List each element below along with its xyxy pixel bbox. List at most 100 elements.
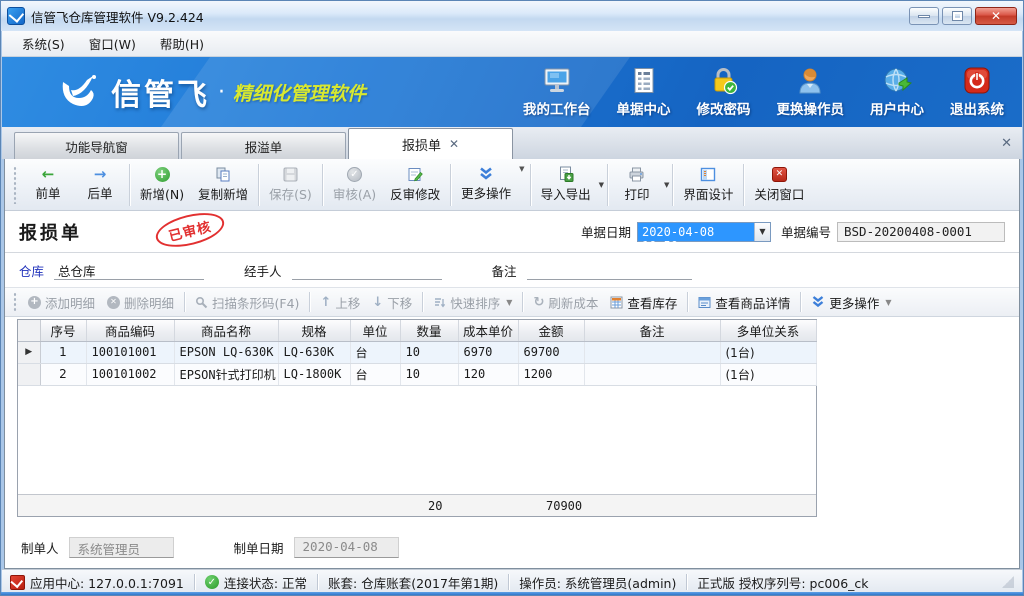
cell-multi-unit[interactable]: (1台): [720, 341, 816, 363]
menu-system[interactable]: 系统(S): [12, 31, 75, 56]
resize-grip-icon[interactable]: [1002, 576, 1014, 588]
cell-seq[interactable]: 2: [40, 363, 86, 385]
cell-product-name[interactable]: EPSON LQ-630K: [174, 341, 278, 363]
cell-unit[interactable]: 台: [350, 341, 400, 363]
main-toolbar: ← 前单 → 后单 + 新增(N) 复制新增: [5, 159, 1019, 211]
table-row[interactable]: 2 100101002 EPSON针式打印机 LQ-1800K 台 10 120…: [18, 363, 816, 385]
close-window-icon: ✕: [772, 167, 787, 182]
arrow-up-icon: ↑: [320, 295, 331, 310]
view-product-detail-button[interactable]: 查看商品详情: [692, 290, 796, 315]
cell-product-name[interactable]: EPSON针式打印机: [174, 363, 278, 385]
my-workstation-button[interactable]: 我的工作台: [523, 67, 591, 118]
maximize-icon: [953, 12, 962, 20]
cell-product-code[interactable]: 100101002: [86, 363, 174, 385]
cell-product-code[interactable]: 100101001: [86, 341, 174, 363]
copy-new-button[interactable]: 复制新增: [191, 162, 255, 208]
product-detail-icon: [698, 296, 711, 309]
col-qty[interactable]: 数量: [400, 320, 458, 341]
col-unit[interactable]: 单位: [350, 320, 400, 341]
menu-help[interactable]: 帮助(H): [150, 31, 214, 56]
cell-spec[interactable]: LQ-630K: [278, 341, 350, 363]
cell-amount[interactable]: 1200: [518, 363, 584, 385]
scan-barcode-button[interactable]: 扫描条形码(F4): [189, 290, 305, 315]
delete-detail-button[interactable]: ✕ 删除明细: [101, 290, 180, 315]
sort-icon: [433, 296, 446, 309]
toolbar-overflow-icon[interactable]: ▼: [519, 165, 524, 173]
tab-overflow-doc[interactable]: 报溢单: [181, 132, 346, 159]
move-down-button[interactable]: ↓ 下移: [366, 290, 418, 315]
audit-button[interactable]: ✓ 审核(A): [326, 162, 383, 208]
import-export-dropdown-icon[interactable]: ▼: [599, 181, 604, 189]
print-dropdown-icon[interactable]: ▼: [664, 181, 669, 189]
menu-window[interactable]: 窗口(W): [79, 31, 146, 56]
cell-amount[interactable]: 69700: [518, 341, 584, 363]
cell-seq[interactable]: 1: [40, 341, 86, 363]
ui-design-button[interactable]: 界面设计: [676, 162, 740, 208]
cell-remark[interactable]: [584, 341, 720, 363]
tab-close-icon[interactable]: ✕: [449, 137, 459, 151]
cell-spec[interactable]: LQ-1800K: [278, 363, 350, 385]
doc-date-field[interactable]: 2020-04-08 10:50 ▼: [637, 222, 771, 242]
col-amount[interactable]: 金额: [518, 320, 584, 341]
user-center-button[interactable]: 用户中心: [870, 67, 924, 118]
cell-unit[interactable]: 台: [350, 363, 400, 385]
document-title: 报损单: [19, 219, 82, 245]
switch-operator-button[interactable]: 更换操作员: [777, 67, 845, 118]
cell-qty[interactable]: 10: [400, 363, 458, 385]
print-button[interactable]: 打印: [611, 162, 663, 208]
prev-doc-button[interactable]: ← 前单: [22, 162, 74, 208]
save-button[interactable]: 保存(S): [262, 162, 319, 208]
tab-function-nav[interactable]: 功能导航窗: [14, 132, 179, 159]
close-all-tabs-icon[interactable]: ✕: [1001, 136, 1012, 151]
brand-separator: ·: [218, 80, 225, 105]
col-spec[interactable]: 规格: [278, 320, 350, 341]
doc-date-value[interactable]: 2020-04-08 10:50: [638, 223, 754, 241]
remark-field[interactable]: [527, 261, 692, 280]
doc-no-value[interactable]: BSD-20200408-0001: [837, 222, 1005, 242]
warehouse-field[interactable]: 总仓库: [54, 261, 204, 280]
handler-label: 经手人: [244, 261, 282, 280]
view-stock-button[interactable]: 查看库存: [604, 290, 683, 315]
handler-field[interactable]: [292, 261, 442, 280]
maximize-button[interactable]: [942, 7, 972, 25]
exit-system-button[interactable]: 退出系统: [950, 67, 1004, 118]
col-multi-unit[interactable]: 多单位关系: [720, 320, 816, 341]
close-window-button[interactable]: ✕ 关闭窗口: [747, 162, 811, 208]
cell-remark[interactable]: [584, 363, 720, 385]
cell-cost-price[interactable]: 6970: [458, 341, 518, 363]
brand-name: 信管飞: [111, 70, 210, 114]
minimize-button[interactable]: [909, 7, 939, 25]
change-password-button[interactable]: 修改密码: [697, 67, 751, 118]
document-center-button[interactable]: 单据中心: [617, 67, 671, 118]
brand-tagline: 精细化管理软件: [233, 79, 366, 106]
toolbar-grip: [13, 166, 18, 204]
quick-sort-dropdown-icon: ▼: [506, 298, 512, 307]
next-doc-button[interactable]: → 后单: [74, 162, 126, 208]
close-button[interactable]: ✕: [975, 7, 1017, 25]
double-chevron-down-icon: [478, 167, 494, 181]
refresh-cost-button[interactable]: ↻ 刷新成本: [527, 290, 604, 315]
status-separator: [317, 574, 318, 590]
cell-multi-unit[interactable]: (1台): [720, 363, 816, 385]
add-new-button[interactable]: + 新增(N): [133, 162, 191, 208]
app-window: 信管飞仓库管理软件 V9.2.424 ✕ 系统(S) 窗口(W) 帮助(H) 信…: [0, 0, 1024, 596]
table-row[interactable]: ▶ 1 100101001 EPSON LQ-630K LQ-630K 台 10…: [18, 341, 816, 363]
tab-loss-doc[interactable]: 报损单 ✕: [348, 128, 513, 159]
doc-date-dropdown-icon[interactable]: ▼: [754, 223, 770, 241]
unaudit-button[interactable]: 反审修改: [383, 162, 447, 208]
col-product-code[interactable]: 商品编码: [86, 320, 174, 341]
col-cost-price[interactable]: 成本单价: [458, 320, 518, 341]
col-product-name[interactable]: 商品名称: [174, 320, 278, 341]
col-remark[interactable]: 备注: [584, 320, 720, 341]
title-bar: 信管飞仓库管理软件 V9.2.424 ✕: [1, 1, 1023, 31]
import-export-button[interactable]: 导入导出: [534, 162, 598, 208]
col-seq[interactable]: 序号: [40, 320, 86, 341]
detail-more-actions-button[interactable]: 更多操作 ▼: [805, 290, 897, 315]
cell-cost-price[interactable]: 120: [458, 363, 518, 385]
cell-qty[interactable]: 10: [400, 341, 458, 363]
quick-sort-button[interactable]: 快速排序 ▼: [427, 290, 518, 315]
more-actions-button[interactable]: 更多操作: [454, 162, 518, 208]
move-up-button[interactable]: ↑ 上移: [314, 290, 366, 315]
import-export-icon: [558, 166, 574, 182]
add-detail-button[interactable]: + 添加明细: [22, 290, 101, 315]
